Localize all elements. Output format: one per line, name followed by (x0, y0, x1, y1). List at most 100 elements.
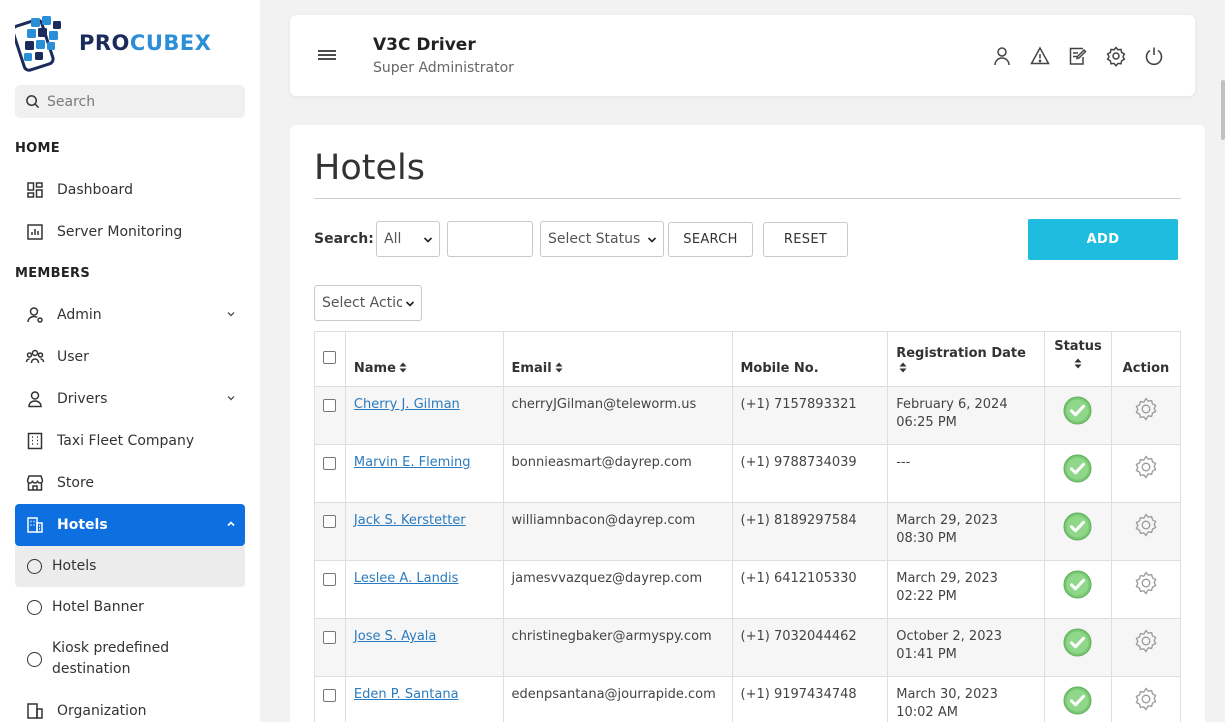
user-icon (994, 47, 1010, 66)
row-checkbox[interactable] (323, 689, 337, 702)
settings-button[interactable] (1105, 45, 1127, 67)
table-row: Leslee A. Landis jamesvvazquez@dayrep.com… (314, 560, 1182, 619)
hotel-name-link[interactable]: Jack S. Kerstetter (354, 513, 466, 528)
sidebar-item-drivers[interactable]: Drivers (15, 378, 245, 420)
gear-icon[interactable] (1133, 512, 1159, 538)
table-row: Eden P. Santana edenpsantana@jourrapide.c… (314, 676, 1182, 722)
search-field-select-value: All (384, 231, 402, 247)
row-select-cell (314, 386, 346, 445)
email-cell: christinegbaker@armyspy.com (502, 618, 733, 677)
profile-button[interactable] (991, 45, 1013, 67)
column-label: Name (353, 361, 396, 376)
alerts-button[interactable] (1029, 45, 1051, 67)
select-all-cell (314, 331, 346, 387)
bulk-action-select-value: Select Action (322, 295, 402, 311)
column-email[interactable]: Email (502, 331, 733, 387)
status-active-icon[interactable] (1063, 570, 1092, 599)
hotel-name-link[interactable]: Leslee A. Landis (354, 571, 459, 586)
section-members: MEMBERS (15, 266, 91, 281)
sidebar-item-label: Taxi Fleet Company (57, 433, 195, 449)
hotel-name-link[interactable]: Cherry J. Gilman (354, 397, 460, 412)
bulk-action-select[interactable]: Select Action (314, 285, 422, 321)
status-cell (1044, 618, 1112, 677)
sidebar-item-admin[interactable]: Admin (15, 294, 245, 336)
power-icon (1145, 47, 1163, 66)
status-select-value: Select Status (548, 231, 641, 247)
hotel-name-link[interactable]: Jose S. Ayala (354, 629, 436, 644)
search-button[interactable]: SEARCH (668, 222, 753, 257)
procubex-logo-icon (15, 16, 61, 72)
reset-button[interactable]: RESET (763, 222, 848, 257)
column-registration-date[interactable]: Registration Date (887, 331, 1045, 387)
status-select[interactable]: Select Status (540, 221, 664, 257)
action-cell (1110, 676, 1182, 722)
sidebar-item-label: Organization (57, 703, 147, 719)
row-checkbox[interactable] (323, 573, 337, 586)
action-cell (1110, 444, 1182, 503)
sidebar-item-taxi-fleet[interactable]: Taxi Fleet Company (15, 420, 245, 462)
sidebar-item-server-monitoring[interactable]: Server Monitoring (15, 211, 245, 253)
chevron-down-icon (423, 237, 433, 243)
email-cell: edenpsantana@jourrapide.com (502, 676, 733, 722)
gear-icon[interactable] (1133, 454, 1159, 480)
sidebar-item-label: Drivers (57, 391, 108, 407)
sidebar-item-label: Hotels (57, 517, 108, 533)
column-status[interactable]: Status (1044, 331, 1112, 387)
column-label: Registration Date (896, 346, 1026, 361)
sidebar-subitem-label: Hotels (52, 558, 97, 574)
select-all-checkbox[interactable] (323, 350, 337, 364)
sidebar-subitem-kiosk[interactable]: Kiosk predefined destination (15, 637, 245, 681)
status-active-icon[interactable] (1063, 454, 1092, 483)
add-hotel-button[interactable]: ADD (1028, 219, 1178, 260)
action-cell (1110, 502, 1182, 561)
registration-date-cell: --- (887, 444, 1045, 503)
search-field-select[interactable]: All (376, 221, 440, 257)
sidebar-item-store[interactable]: Store (15, 462, 245, 504)
search-keyword-input[interactable] (447, 221, 533, 257)
row-checkbox[interactable] (323, 399, 337, 412)
table-row: Cherry J. Gilman cherryJGilman@teleworm.u… (314, 386, 1182, 445)
page-scrollbar[interactable] (1221, 80, 1225, 140)
sidebar-subitem-hotels[interactable]: Hotels (15, 546, 245, 587)
sidebar: PROCUBEX HOME Dashboard Server Monitorin… (0, 0, 260, 722)
logout-button[interactable] (1143, 45, 1165, 67)
status-active-icon[interactable] (1063, 628, 1092, 657)
mobile-cell: (+1) 7032044462 (731, 618, 889, 677)
gear-icon[interactable] (1133, 396, 1159, 422)
status-active-icon[interactable] (1063, 512, 1092, 541)
registration-date-cell: March 30, 2023 10:02 AM (887, 676, 1045, 722)
mobile-cell: (+1) 6412105330 (731, 560, 889, 619)
sidebar-item-dashboard[interactable]: Dashboard (15, 169, 245, 211)
store-icon (26, 475, 44, 491)
brand-name-part1: PRO (79, 31, 130, 55)
row-checkbox[interactable] (323, 457, 337, 470)
name-cell: Leslee A. Landis (344, 560, 504, 619)
name-cell: Cherry J. Gilman (344, 386, 504, 445)
admin-user-icon (27, 307, 43, 323)
sidebar-search[interactable] (15, 85, 245, 118)
gear-icon[interactable] (1133, 628, 1159, 654)
sort-icon (555, 362, 563, 373)
sidebar-item-organization[interactable]: Organization (15, 690, 245, 722)
column-action: Action (1110, 331, 1182, 387)
hotel-name-link[interactable]: Marvin E. Fleming (354, 455, 471, 470)
sidebar-item-user[interactable]: User (15, 336, 245, 378)
hamburger-menu-icon[interactable] (318, 48, 336, 62)
hotel-name-link[interactable]: Eden P. Santana (354, 687, 459, 702)
column-name[interactable]: Name (344, 331, 504, 387)
notes-button[interactable] (1067, 45, 1089, 67)
action-cell (1110, 560, 1182, 619)
sidebar-item-label: User (57, 349, 89, 365)
sidebar-item-hotels[interactable]: Hotels (15, 504, 245, 546)
status-active-icon[interactable] (1063, 396, 1092, 425)
sidebar-subitem-hotel-banner[interactable]: Hotel Banner (15, 587, 245, 628)
brand-logo[interactable]: PROCUBEX (15, 14, 211, 72)
gear-icon[interactable] (1133, 686, 1159, 712)
name-cell: Marvin E. Fleming (344, 444, 504, 503)
status-active-icon[interactable] (1063, 686, 1092, 715)
sidebar-search-input[interactable] (47, 93, 227, 110)
gear-icon[interactable] (1133, 570, 1159, 596)
row-select-cell (314, 502, 346, 561)
row-checkbox[interactable] (323, 631, 337, 644)
row-checkbox[interactable] (323, 515, 337, 528)
